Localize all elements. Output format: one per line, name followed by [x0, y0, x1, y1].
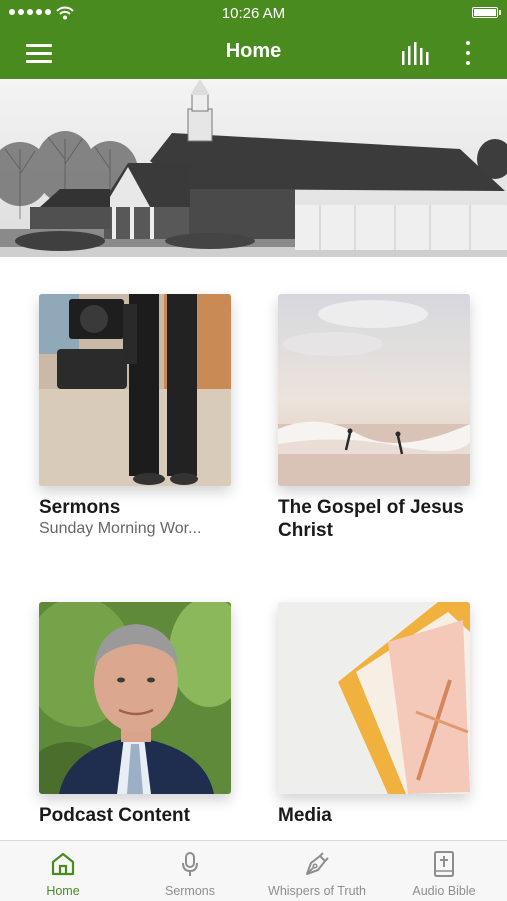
bottom-tab-bar: Home Sermons Whispers of Truth Audio Bib…: [0, 840, 507, 901]
card-podcast-content[interactable]: Podcast Content: [39, 602, 231, 827]
card-title: Podcast Content: [39, 805, 190, 826]
tab-audio-bible[interactable]: Audio Bible: [381, 841, 507, 901]
tab-home[interactable]: Home: [0, 841, 126, 901]
sermons-thumbnail: [39, 294, 231, 486]
tab-label: Whispers of Truth: [268, 884, 366, 898]
status-bar: 10:26 AM: [0, 0, 507, 28]
hero-church-image: [0, 79, 507, 257]
tab-label: Sermons: [164, 884, 216, 898]
battery-icon: [472, 7, 501, 18]
tab-label: Audio Bible: [412, 884, 476, 898]
bible-icon: [434, 851, 454, 877]
microphone-icon: [182, 852, 198, 876]
podcast-thumbnail: [39, 602, 231, 794]
card-media[interactable]: Media: [278, 602, 470, 827]
tab-label: Home: [46, 884, 80, 898]
card-subtitle: Sunday Morning Wor...: [39, 520, 202, 537]
card-title: Sermons: [39, 497, 121, 518]
tab-sermons[interactable]: Sermons: [127, 841, 253, 901]
gospel-thumbnail: [278, 294, 470, 486]
card-sermons[interactable]: Sermons Sunday Morning Wor...: [39, 294, 231, 539]
more-options-button[interactable]: [458, 38, 478, 68]
card-gospel[interactable]: The Gospel of Jesus Christ: [278, 294, 470, 542]
status-time: 10:26 AM: [221, 5, 286, 22]
media-thumbnail: [278, 602, 470, 794]
tab-whispers-of-truth[interactable]: Whispers of Truth: [254, 841, 380, 901]
card-title: Media: [278, 805, 332, 826]
pen-nib-icon: [306, 852, 329, 875]
audio-bars-button[interactable]: [400, 42, 432, 66]
app-header: 10:26 AM Home: [0, 0, 507, 79]
card-title: The Gospel of Jesus Christ: [278, 497, 464, 541]
home-icon: [51, 852, 75, 876]
